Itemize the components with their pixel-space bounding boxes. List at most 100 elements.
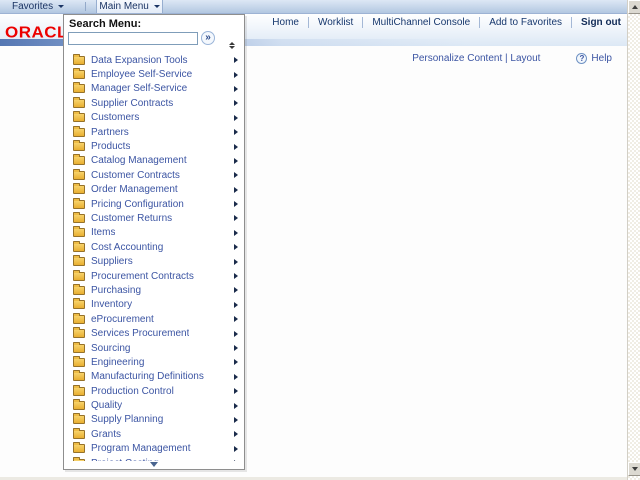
chevron-down-icon: [58, 5, 65, 8]
folder-icon: [73, 384, 85, 396]
header-link[interactable]: Add to Favorites: [479, 17, 562, 28]
submenu-arrow-icon: [234, 229, 238, 236]
folder-icon: [73, 140, 85, 152]
menu-item-label: Customer Contracts: [91, 169, 180, 181]
chevron-down-icon: [153, 5, 160, 8]
submenu-arrow-icon: [234, 244, 238, 251]
menu-item-label: Engineering: [91, 356, 145, 368]
submenu-arrow-icon: [234, 157, 238, 164]
menu-item-row[interactable]: Manufacturing Definitions: [64, 370, 244, 384]
menu-item-row[interactable]: Sourcing: [64, 341, 244, 355]
main-menu-dropdown-panel: Search Menu: » Data Expansion Tools Empl…: [63, 14, 245, 470]
menu-item-row[interactable]: Customer Returns: [64, 211, 244, 225]
menu-item-label: Cost Accounting: [91, 241, 164, 253]
menu-item-label: Pricing Configuration: [91, 198, 184, 210]
favorites-menu-button[interactable]: Favorites: [5, 0, 71, 13]
submenu-arrow-icon: [234, 258, 238, 265]
menu-item-row[interactable]: Partners: [64, 125, 244, 139]
menu-item-row[interactable]: Grants: [64, 427, 244, 441]
menu-item-row[interactable]: Catalog Management: [64, 154, 244, 168]
folder-icon: [73, 341, 85, 353]
menu-item-label: eProcurement: [91, 313, 154, 325]
menu-item-row[interactable]: eProcurement: [64, 312, 244, 326]
menu-item-row[interactable]: Procurement Contracts: [64, 269, 244, 283]
dropdown-footer: [64, 461, 244, 469]
scrollbar-up-button[interactable]: [628, 0, 640, 14]
utility-links: Home Worklist MultiChannel Console Add t…: [272, 17, 621, 28]
menu-item-row[interactable]: Items: [64, 226, 244, 240]
menu-item-label: Products: [91, 141, 131, 153]
menu-item-label: Procurement Contracts: [91, 270, 194, 282]
menubar-divider: [85, 2, 87, 11]
menu-item-label: Items: [91, 227, 116, 239]
folder-icon: [73, 53, 85, 65]
header-link[interactable]: Worklist: [307, 17, 353, 28]
submenu-arrow-icon: [234, 143, 238, 150]
submenu-arrow-icon: [234, 172, 238, 179]
submenu-arrow-icon: [234, 85, 238, 92]
search-go-button[interactable]: »: [201, 31, 215, 45]
submenu-arrow-icon: [234, 416, 238, 423]
menu-item-row[interactable]: Cost Accounting: [64, 240, 244, 254]
header-link[interactable]: Sign out: [571, 17, 621, 28]
submenu-arrow-icon: [234, 114, 238, 121]
folder-icon: [73, 298, 85, 310]
folder-icon: [73, 283, 85, 295]
menu-item-row[interactable]: Suppliers: [64, 254, 244, 268]
search-menu-label: Search Menu:: [69, 18, 142, 30]
submenu-arrow-icon: [234, 316, 238, 323]
personalize-content-layout-link[interactable]: Personalize Content | Layout: [412, 53, 540, 64]
menu-item-row[interactable]: Employee Self-Service: [64, 67, 244, 81]
vertical-scrollbar[interactable]: [627, 0, 640, 480]
search-row: »: [64, 31, 244, 48]
folder-icon: [73, 68, 85, 80]
menu-item-row[interactable]: Purchasing: [64, 283, 244, 297]
page-tools-row: Personalize Content | Layout ? Help: [412, 53, 612, 64]
menu-item-row[interactable]: Customer Contracts: [64, 168, 244, 182]
menu-item-row[interactable]: Data Expansion Tools: [64, 53, 244, 67]
menu-item-row[interactable]: Manager Self-Service: [64, 82, 244, 96]
menu-item-row[interactable]: Pricing Configuration: [64, 197, 244, 211]
submenu-arrow-icon: [234, 373, 238, 380]
menu-item-row[interactable]: Inventory: [64, 298, 244, 312]
folder-icon: [73, 355, 85, 367]
menu-item-row[interactable]: Supplier Contracts: [64, 96, 244, 110]
menu-item-row[interactable]: Order Management: [64, 183, 244, 197]
menu-item-row[interactable]: Supply Planning: [64, 413, 244, 427]
folder-icon: [73, 111, 85, 123]
help-icon: ?: [576, 53, 588, 64]
scroll-down-arrow-icon: [631, 467, 638, 471]
menu-item-label: Data Expansion Tools: [91, 54, 188, 66]
folder-icon: [73, 197, 85, 209]
scrollbar-down-button[interactable]: [628, 462, 640, 476]
menu-item-row[interactable]: Services Procurement: [64, 326, 244, 340]
header-link[interactable]: MultiChannel Console: [362, 17, 470, 28]
menu-item-row[interactable]: Program Management: [64, 442, 244, 456]
submenu-arrow-icon: [234, 57, 238, 64]
folder-icon: [73, 226, 85, 238]
menu-resize-handle[interactable]: [228, 41, 236, 50]
menu-item-label: Catalog Management: [91, 155, 187, 167]
menu-item-label: Manager Self-Service: [91, 83, 188, 95]
scroll-down-indicator[interactable]: [150, 462, 158, 467]
help-link[interactable]: ? Help: [576, 53, 612, 64]
submenu-arrow-icon: [234, 273, 238, 280]
scroll-up-arrow-icon: [631, 5, 638, 9]
folder-icon: [73, 82, 85, 94]
menu-search-input[interactable]: [68, 32, 198, 45]
menu-item-label: Order Management: [91, 184, 178, 196]
menu-item-row[interactable]: Customers: [64, 111, 244, 125]
submenu-arrow-icon: [234, 215, 238, 222]
submenu-arrow-icon: [234, 345, 238, 351]
menu-item-label: Supplier Contracts: [91, 97, 174, 109]
folder-icon: [73, 255, 85, 267]
menu-item-row[interactable]: Products: [64, 139, 244, 153]
main-menu-button[interactable]: Main Menu: [96, 0, 164, 13]
menu-item-label: Supply Planning: [91, 414, 164, 426]
header-link[interactable]: Home: [272, 17, 299, 28]
menu-item-row[interactable]: Engineering: [64, 355, 244, 369]
submenu-arrow-icon: [234, 129, 238, 136]
menu-item-row[interactable]: Quality: [64, 398, 244, 412]
application-window: Favorites Main Menu ORACLE Home Worklist…: [0, 0, 640, 480]
menu-item-row[interactable]: Production Control: [64, 384, 244, 398]
